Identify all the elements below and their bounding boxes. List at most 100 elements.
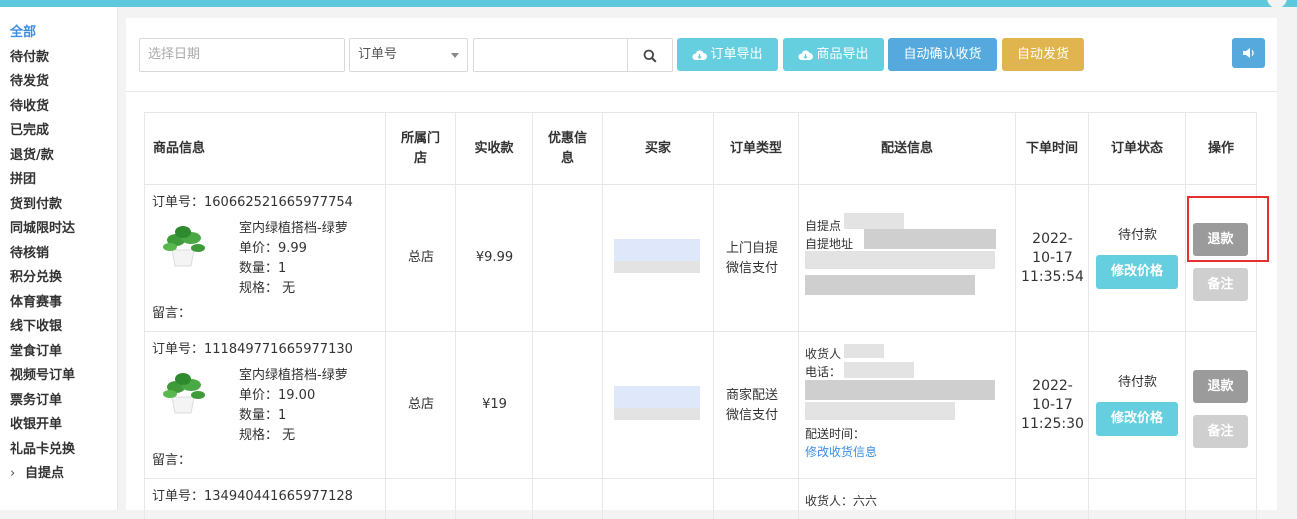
order-type-line1: 商家配送 (726, 388, 779, 403)
delivery-time-label: 配送时间： (805, 427, 866, 441)
search-icon (643, 49, 657, 63)
sidebar-item-cod[interactable]: 货到付款 (10, 197, 62, 213)
sidebar-item-refund[interactable]: 退货/款 (10, 148, 54, 164)
filter-toolbar: 选择日期 订单号 订单导出 商品导出 自动确认收货 自动发货 (126, 18, 1277, 92)
search-button[interactable] (627, 38, 673, 72)
pickup-point-label: 自提点 (805, 219, 842, 233)
delivery-info-blurred (805, 380, 995, 400)
sidebar-item-pending-payment[interactable]: 待付款 (10, 50, 49, 66)
sidebar-expand-icon[interactable]: › (10, 466, 15, 482)
order-time-line2: 10-17 (1032, 250, 1073, 266)
sidebar-item-same-city[interactable]: 同城限时达 (10, 221, 75, 237)
product-thumbnail (163, 373, 205, 414)
header-store-line2: 店 (413, 150, 427, 166)
auto-confirm-receipt-button[interactable]: 自动确认收货 (888, 38, 997, 71)
sidebar-item-pending-receipt[interactable]: 待收货 (10, 99, 49, 115)
sidebar-item-video-orders[interactable]: 视频号订单 (10, 368, 75, 384)
auto-ship-button[interactable]: 自动发货 (1002, 38, 1084, 71)
sidebar-item-pickup-point[interactable]: 自提点 (25, 466, 64, 482)
note-button[interactable]: 备注 (1193, 268, 1248, 301)
edit-delivery-link[interactable]: 修改收货信息 (805, 443, 877, 461)
header-discount-line2: 息 (560, 150, 574, 166)
sidebar-item-cashier-billing[interactable]: 收银开单 (10, 417, 62, 433)
sidebar-item-offline-cashier[interactable]: 线下收银 (10, 319, 62, 335)
product-thumbnail (163, 226, 205, 267)
receiver-label: 收货人 (805, 347, 842, 361)
sidebar-item-all[interactable]: 全部 (10, 25, 36, 41)
sidebar-item-pending-verify[interactable]: 待核销 (10, 246, 49, 262)
search-input[interactable] (473, 38, 628, 72)
unit-price: 单价：9.99 (239, 241, 307, 256)
header-order-status: 订单状态 (1089, 113, 1186, 185)
export-orders-label: 订单导出 (710, 47, 763, 62)
store-name: 总店 (407, 250, 434, 265)
delivery-info-blurred (805, 402, 955, 420)
order-time: 2022- 10-17 11:35:54 (1016, 230, 1089, 287)
sidebar-item-dine-in[interactable]: 堂食订单 (10, 344, 62, 360)
top-accent-bar (0, 0, 1297, 8)
header-actions: 操作 (1186, 113, 1257, 185)
search-type-value: 订单号 (358, 47, 398, 62)
amount: ¥9.99 (475, 250, 514, 265)
header-store: 所属门店 (386, 113, 456, 185)
export-products-button[interactable]: 商品导出 (783, 38, 884, 71)
unit-price: 单价：19.00 (239, 388, 316, 403)
date-picker[interactable]: 选择日期 (139, 38, 345, 72)
modify-price-button[interactable]: 修改价格 (1096, 255, 1178, 289)
header-buyer: 买家 (603, 113, 714, 185)
header-discount: 优惠信息 (533, 113, 603, 185)
order-type-line2: 微信支付 (726, 408, 779, 423)
table-row: 订单号：111849771665977130 室内绿植搭档-绿萝 单价：19.0… (144, 332, 1257, 479)
cloud-download-icon (692, 50, 708, 60)
order-time-line2: 10-17 (1032, 397, 1073, 413)
order-type-line1: 上门自提 (726, 241, 779, 256)
sidebar-item-group-buy[interactable]: 拼团 (10, 172, 36, 188)
modify-price-button[interactable]: 修改价格 (1096, 402, 1178, 436)
delivery-info-blurred (805, 251, 995, 269)
export-orders-button[interactable]: 订单导出 (677, 38, 778, 71)
order-status: 待付款 (1117, 228, 1157, 243)
volume-icon (1243, 48, 1254, 58)
header-amount: 实收款 (456, 113, 533, 185)
order-sidebar: 全部 待付款 待发货 待收货 已完成 退货/款 拼团 货到付款 同城限时达 待核… (0, 7, 118, 510)
delivery-info-blurred (844, 344, 884, 358)
search-type-select[interactable]: 订单号 (349, 38, 468, 72)
spec: 规格： 无 (239, 281, 296, 296)
receiver-label: 收货人：六六 (805, 494, 878, 508)
header-product-info: 商品信息 (144, 113, 386, 185)
header-order-time: 下单时间 (1016, 113, 1089, 185)
sidebar-item-completed[interactable]: 已完成 (10, 123, 49, 139)
order-time-line3: 11:25:30 (1021, 416, 1084, 432)
product-name: 室内绿植搭档-绿萝 (239, 368, 348, 383)
amount: ¥19 (482, 397, 507, 412)
sidebar-item-pending-shipment[interactable]: 待发货 (10, 74, 49, 90)
order-status: 待付款 (1117, 375, 1157, 390)
store-name: 总店 (407, 397, 434, 412)
orders-table: 商品信息 所属门店 实收款 优惠信息 买家 订单类型 配送信息 下单时间 订单状… (144, 112, 1257, 519)
delivery-info-blurred (864, 229, 996, 249)
sidebar-item-tickets[interactable]: 票务订单 (10, 393, 62, 409)
quantity: 数量：1 (239, 408, 287, 423)
order-time-line1: 2022- (1032, 231, 1073, 247)
cloud-download-icon (798, 50, 814, 60)
header-store-line1: 所属门 (400, 130, 440, 146)
header-order-type: 订单类型 (714, 113, 799, 185)
refund-button[interactable]: 退款 (1193, 370, 1248, 403)
table-row: 订单号：134940441665977128 收货人：六六 (144, 479, 1257, 519)
sidebar-item-points-exchange[interactable]: 积分兑换 (10, 270, 62, 286)
note-button[interactable]: 备注 (1193, 415, 1248, 448)
product-name: 室内绿植搭档-绿萝 (239, 221, 348, 236)
sound-button[interactable] (1232, 38, 1265, 68)
sidebar-item-sports[interactable]: 体育赛事 (10, 295, 62, 311)
sidebar-item-gift-card[interactable]: 礼品卡兑换 (10, 442, 75, 458)
order-number: 订单号：160662521665977754 (152, 195, 353, 210)
buyer-name-blurred (614, 408, 700, 420)
order-number: 订单号：111849771665977130 (152, 342, 353, 357)
delivery-info-blurred (844, 213, 904, 229)
spec: 规格： 无 (239, 428, 296, 443)
avatar[interactable] (1267, 0, 1287, 8)
message: 留言： (152, 453, 192, 468)
order-time-line1: 2022- (1032, 378, 1073, 394)
message: 留言： (152, 306, 192, 321)
table-row: 订单号：160662521665977754 室内绿植搭档-绿萝 单价：9.99… (144, 185, 1257, 332)
